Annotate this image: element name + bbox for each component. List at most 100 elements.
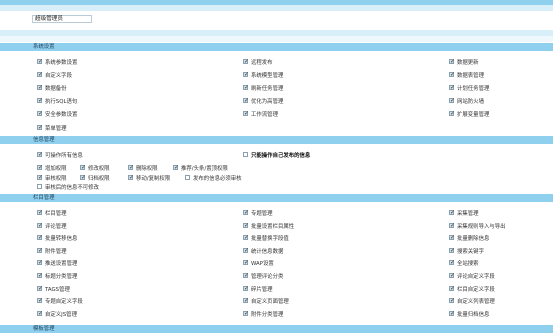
checkbox-label: 管理评论分类 — [251, 274, 284, 280]
checkbox-box[interactable] — [449, 297, 455, 304]
checkbox-label: 菜单管理 — [45, 125, 67, 132]
checkbox-box[interactable] — [449, 310, 455, 317]
checkbox-box[interactable] — [37, 297, 43, 304]
checkbox-label: 批量设置栏目属性 — [251, 223, 295, 230]
checkbox-label: 审核后的信息不可修改 — [45, 185, 99, 191]
checkbox-box[interactable] — [37, 174, 43, 181]
checkbox-label: 网站防火墙 — [457, 99, 484, 106]
checkbox-box[interactable] — [37, 222, 43, 229]
checkbox-label: 扩展变量管理 — [457, 112, 490, 119]
checkbox-box[interactable] — [449, 247, 455, 254]
checkbox-box[interactable] — [449, 110, 455, 117]
checkbox-label: 系统模型管理 — [251, 73, 284, 80]
checkbox-box[interactable] — [243, 297, 249, 304]
checkbox-box[interactable] — [37, 58, 43, 65]
checkbox-box[interactable] — [173, 164, 179, 171]
checkbox-box[interactable] — [185, 175, 190, 180]
checkbox-box[interactable] — [37, 209, 43, 216]
checkbox-label: 统计信息数据 — [251, 248, 284, 255]
checkbox-box[interactable] — [37, 310, 43, 317]
checkbox-label: 采集规则导入与导出 — [457, 223, 506, 230]
checkbox-box[interactable] — [243, 272, 249, 279]
checkbox-label: 优化为高管理 — [251, 99, 284, 106]
checkbox-box[interactable] — [243, 222, 249, 229]
checkbox-box[interactable] — [37, 285, 43, 292]
checkbox-box[interactable] — [37, 234, 43, 241]
role-name-input[interactable]: 超级管理员 — [32, 15, 92, 23]
checkbox-box[interactable] — [243, 152, 248, 157]
checkbox-box[interactable] — [243, 285, 249, 292]
checkbox-box[interactable] — [128, 174, 134, 181]
checkbox-label: 批量替换字段值 — [251, 236, 289, 243]
checkbox-box[interactable] — [243, 247, 249, 254]
checkbox-box[interactable] — [449, 285, 455, 292]
checkbox-label: 推荐/头条/置顶权限 — [181, 166, 228, 172]
checkbox-label: 搜索关键字 — [457, 248, 484, 255]
checkbox-box[interactable] — [449, 58, 455, 65]
checkbox-box[interactable] — [37, 184, 42, 189]
checkbox-label: 系统参数设置 — [45, 60, 78, 66]
checkbox-box[interactable] — [37, 110, 43, 117]
checkbox-box[interactable] — [243, 234, 249, 241]
checkbox-box[interactable] — [243, 58, 249, 65]
checkbox-box[interactable] — [243, 71, 249, 78]
checkbox-label: 刷新任务管理 — [251, 86, 284, 93]
checkbox-box[interactable] — [449, 234, 455, 241]
checkbox-box[interactable] — [37, 259, 43, 266]
checkbox-label: WAP设置 — [251, 261, 274, 268]
checkbox-box[interactable] — [449, 71, 455, 78]
checkbox-label: 数据表管理 — [457, 73, 484, 80]
checkbox-box[interactable] — [37, 124, 43, 131]
checkbox-label: 附件分类管理 — [251, 311, 284, 318]
checkbox-box[interactable] — [37, 151, 43, 158]
checkbox-box[interactable] — [37, 71, 43, 78]
checkbox-label: 栏目管理 — [45, 211, 67, 217]
checkbox-label: 安全参数设置 — [45, 112, 78, 119]
checkbox-label: 批量转移信息 — [45, 236, 78, 243]
checkbox-box[interactable] — [243, 259, 249, 266]
checkbox-box[interactable] — [37, 97, 43, 104]
section-title: 系统设置 — [0, 43, 553, 51]
header-strip — [0, 5, 553, 11]
checkbox-label: 自定义字段 — [45, 73, 72, 80]
checkbox-label: 数据备份 — [45, 86, 67, 93]
checkbox-box[interactable] — [37, 84, 43, 91]
checkbox-label: 远程发布 — [251, 60, 273, 66]
checkbox-label: 移动/复制权限 — [136, 176, 171, 182]
checkbox-box[interactable] — [449, 209, 455, 216]
checkbox-box[interactable] — [243, 97, 249, 104]
checkbox-label: TAGS管理 — [45, 286, 70, 293]
checkbox-box[interactable] — [449, 84, 455, 91]
checkbox-box[interactable] — [449, 272, 455, 279]
checkbox-label: 采集管理 — [457, 211, 479, 217]
checkbox-label: 标题分类管理 — [45, 274, 78, 280]
checkbox-label: 全站搜索 — [457, 261, 479, 268]
checkbox-label: 发布的信息必须审核 — [193, 176, 242, 182]
checkbox-label: 修改权限 — [88, 166, 110, 172]
checkbox-box[interactable] — [80, 174, 86, 181]
section-title: 栏目管理 — [0, 194, 553, 202]
checkbox-box[interactable] — [449, 259, 455, 266]
checkbox-box[interactable] — [449, 97, 455, 104]
checkbox-label: 自定义列表管理 — [457, 299, 495, 306]
checkbox-label: 碎片管理 — [251, 286, 273, 293]
checkbox-box[interactable] — [37, 272, 43, 279]
checkbox-box[interactable] — [243, 110, 249, 117]
checkbox-label: 评论管理 — [45, 223, 67, 230]
checkbox-label: 计划任务管理 — [457, 86, 490, 93]
checkbox-label: 附件管理 — [45, 248, 67, 255]
checkbox-box[interactable] — [243, 310, 249, 317]
checkbox-label: 审核权限 — [45, 176, 67, 182]
section-title: 信息管理 — [0, 136, 553, 144]
checkbox-box[interactable] — [80, 164, 86, 171]
checkbox-label: 只能操作自己发布的信息 — [251, 153, 311, 159]
checkbox-box[interactable] — [37, 164, 43, 171]
checkbox-label: 增加权限 — [45, 166, 67, 172]
checkbox-box[interactable] — [449, 222, 455, 229]
checkbox-box[interactable] — [243, 84, 249, 91]
checkbox-label: 推送设置管理 — [45, 261, 78, 268]
checkbox-box[interactable] — [37, 247, 43, 254]
checkbox-box[interactable] — [243, 209, 249, 216]
checkbox-box[interactable] — [128, 164, 134, 171]
checkbox-label: 专题管理 — [251, 211, 273, 217]
